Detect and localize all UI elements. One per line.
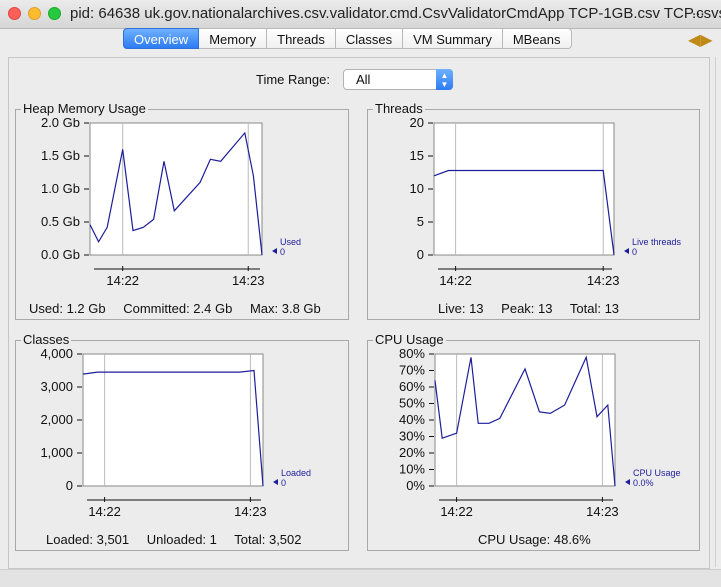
tab-mbeans[interactable]: MBeans bbox=[502, 28, 572, 49]
close-window-button[interactable] bbox=[8, 7, 21, 20]
plot-area bbox=[433, 122, 615, 256]
y-tick-label: 50% bbox=[399, 396, 425, 411]
x-tick-label: 14:23 bbox=[234, 504, 267, 519]
classes-chart: 01,0002,0003,0004,00014:22 14:23Loaded0 bbox=[40, 349, 311, 519]
legend-series-name: Loaded bbox=[281, 468, 311, 478]
tab-vm-summary[interactable]: VM Summary bbox=[403, 28, 503, 49]
y-tick-label: 60% bbox=[399, 379, 425, 394]
heap-memory-title: Heap Memory Usage bbox=[21, 101, 148, 116]
tab-bar: Overview Memory Threads Classes VM Summa… bbox=[123, 28, 572, 50]
y-tick-label: 40% bbox=[399, 412, 425, 427]
y-tick-label: 1.5 Gb bbox=[41, 148, 80, 163]
y-tick-label: 2,000 bbox=[40, 412, 73, 427]
y-tick-label: 2.0 Gb bbox=[41, 118, 80, 130]
y-tick-label: 10% bbox=[399, 462, 425, 477]
y-tick-label: 0.5 Gb bbox=[41, 214, 80, 229]
cpu-usage-title: CPU Usage bbox=[373, 332, 446, 347]
classes-title: Classes bbox=[21, 332, 72, 347]
legend-series-value: 0 bbox=[632, 247, 637, 257]
heap-stats: Used: 1.2 Gb Committed: 2.4 Gb Max: 3.8 … bbox=[29, 301, 321, 316]
cpu-usage-stat: CPU Usage: 48.6% bbox=[478, 532, 591, 547]
threads-peak-stat: Peak: 13 bbox=[501, 301, 553, 316]
legend-marker-icon bbox=[625, 479, 630, 485]
legend-series-value: 0.0% bbox=[633, 478, 654, 488]
window-title: pid: 64638 uk.gov.nationalarchives.csv.v… bbox=[70, 5, 721, 22]
x-tick-label: 14:22 bbox=[88, 504, 121, 519]
threads-chart: 0510152014:22 14:23Live threads0 bbox=[410, 118, 682, 288]
y-tick-label: 30% bbox=[399, 429, 425, 444]
threads-group: Threads 0 5 10 15 20 14:22 14:23 Live threads 0 … bbox=[367, 102, 700, 320]
heap-max-stat: Max: 3.8 Gb bbox=[249, 301, 321, 316]
time-range-label: Time Range: bbox=[256, 72, 330, 87]
bottom-strip bbox=[0, 569, 721, 587]
legend-series-name: Used bbox=[280, 237, 301, 247]
threads-live-stat: Live: 13 bbox=[438, 301, 484, 316]
detach-icon[interactable]: ◀▶ bbox=[688, 30, 713, 50]
classes-loaded-stat: Loaded: 3,501 bbox=[46, 532, 130, 547]
x-tick-label: 14:22 bbox=[439, 273, 472, 288]
classes-stats: Loaded: 3,501 Unloaded: 1 Total: 3,502 bbox=[46, 532, 302, 547]
classes-unloaded-stat: Unloaded: 1 bbox=[146, 532, 217, 547]
tab-memory[interactable]: Memory bbox=[199, 28, 268, 49]
legend-marker-icon bbox=[273, 479, 278, 485]
cpu-stats: CPU Usage: 48.6% bbox=[478, 532, 591, 547]
threads-total-stat: Total: 13 bbox=[569, 301, 620, 316]
y-tick-label: 70% bbox=[399, 363, 425, 378]
x-tick-label: 14:23 bbox=[587, 273, 620, 288]
x-tick-label: 14:22 bbox=[440, 504, 473, 519]
heap-committed-stat: Committed: 2.4 Gb bbox=[123, 301, 233, 316]
select-arrows-icon: ▲ ▼ bbox=[436, 69, 453, 90]
legend-series-name: CPU Usage bbox=[633, 468, 681, 478]
cpu-usage-chart: 0%10% 20%30% 40%50% 60%70% 80% 14:22 14:23 CPU … bbox=[399, 349, 681, 519]
tab-threads[interactable]: Threads bbox=[267, 28, 336, 49]
y-tick-label: 80% bbox=[399, 349, 425, 361]
tab-overview[interactable]: Overview bbox=[123, 28, 200, 49]
classes-total-stat: Total: 3,502 bbox=[234, 532, 302, 547]
y-tick-label: 0.0 Gb bbox=[41, 247, 80, 262]
legend-series-value: 0 bbox=[280, 247, 285, 257]
minimize-window-button[interactable] bbox=[28, 7, 41, 20]
heap-memory-chart: 0.0 Gb 0.5 Gb 1.0 Gb 1.5 Gb 2.0 Gb 14:22 14:23… bbox=[41, 118, 301, 288]
y-tick-label: 20 bbox=[410, 118, 424, 130]
heap-memory-group: Heap Memory Usage 0.0 Gb 0.5 Gb 1.0 Gb 1.5 … bbox=[15, 102, 349, 320]
time-range-value: All bbox=[356, 72, 371, 87]
y-tick-label: 4,000 bbox=[40, 349, 73, 361]
y-tick-label: 15 bbox=[410, 148, 424, 163]
classes-group: Classes 0 1,000 2,000 3,000 4,000 14:22 14:23 L… bbox=[15, 333, 349, 551]
legend-marker-icon bbox=[272, 248, 277, 254]
legend-series-name: Live threads bbox=[632, 237, 682, 247]
x-tick-label: 14:22 bbox=[106, 273, 139, 288]
maximize-window-button[interactable] bbox=[48, 7, 61, 20]
heap-used-stat: Used: 1.2 Gb bbox=[29, 301, 106, 316]
y-tick-label: 3,000 bbox=[40, 379, 73, 394]
title-bar: pid: 64638 uk.gov.nationalarchives.csv.v… bbox=[0, 0, 721, 29]
time-range-select[interactable]: All ▲ ▼ bbox=[343, 69, 453, 90]
y-tick-label: 0 bbox=[66, 478, 73, 493]
y-tick-label: 1.0 Gb bbox=[41, 181, 80, 196]
cpu-usage-group: CPU Usage 0% 10% 20% 30% 40% 50% 60% 70% 80% 14:2… bbox=[367, 333, 700, 551]
window-edge bbox=[715, 57, 721, 567]
legend-marker-icon bbox=[624, 248, 629, 254]
plot-area bbox=[434, 353, 616, 487]
y-tick-label: 0% bbox=[406, 478, 425, 493]
plot-area bbox=[82, 353, 264, 487]
y-tick-label: 5 bbox=[417, 214, 424, 229]
legend-series-value: 0 bbox=[281, 478, 286, 488]
threads-stats: Live: 13 Peak: 13 Total: 13 bbox=[438, 301, 619, 316]
tab-classes[interactable]: Classes bbox=[335, 28, 404, 49]
x-tick-label: 14:23 bbox=[232, 273, 265, 288]
y-tick-label: 10 bbox=[410, 181, 424, 196]
threads-title: Threads bbox=[373, 101, 425, 116]
y-tick-label: 0 bbox=[417, 247, 424, 262]
x-tick-label: 14:23 bbox=[586, 504, 619, 519]
title-overflow: ... bbox=[692, 2, 705, 19]
y-tick-label: 20% bbox=[399, 445, 425, 460]
y-tick-label: 1,000 bbox=[40, 445, 73, 460]
